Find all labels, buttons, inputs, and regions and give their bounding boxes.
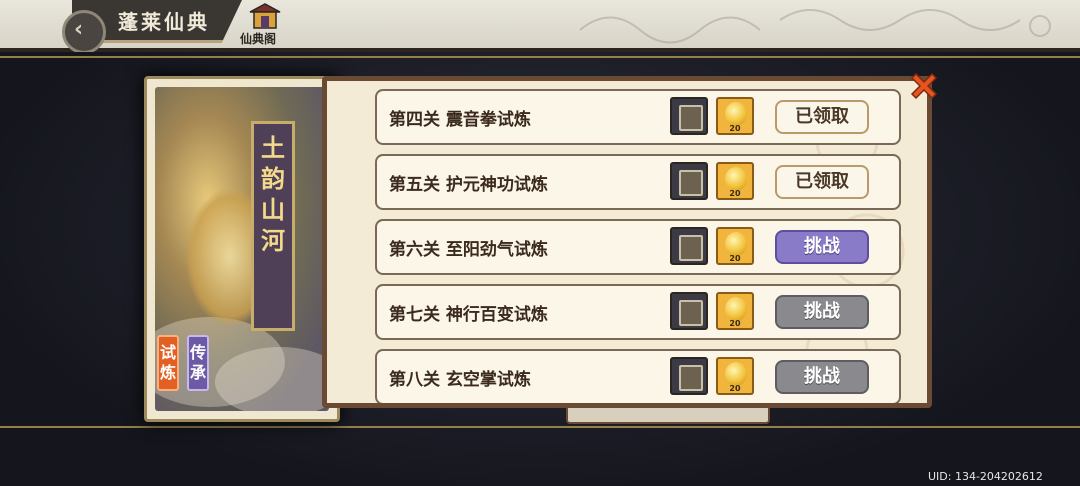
reward-quantity: 20 <box>729 189 741 198</box>
book-title-char: 韵 <box>261 164 285 193</box>
gold-coin-icon[interactable]: 20 <box>716 227 754 265</box>
reward-quantity: 20 <box>729 384 741 393</box>
cloud-pattern-icon <box>579 9 1051 44</box>
gold-coin-icon[interactable]: 20 <box>716 357 754 395</box>
divider <box>0 426 1080 428</box>
stage-row: 第四关 震音拳试炼 20 已领取 <box>375 89 901 145</box>
claimed-button[interactable]: 已领取 <box>775 165 869 199</box>
top-bar: 蓬莱仙典 ‹ 仙典阁 <box>0 0 1080 54</box>
panel-bottom-tab <box>566 408 770 424</box>
close-button[interactable] <box>906 68 942 104</box>
stage-name: 第六关 至阳劲气试炼 <box>389 240 548 260</box>
gold-coin-icon[interactable]: 20 <box>716 97 754 135</box>
stage-list[interactable]: 第四关 震音拳试炼 20 已领取 第五关 护元神功试炼 20 已领取 第六关 至… <box>375 89 901 403</box>
tab-trial-char: 炼 <box>159 363 176 382</box>
stage-row: 第六关 至阳劲气试炼 20 挑战 <box>375 219 901 275</box>
gold-coin-icon[interactable]: 20 <box>716 292 754 330</box>
stage-name: 第四关 震音拳试炼 <box>389 110 531 130</box>
reward-item-icon[interactable] <box>670 162 708 200</box>
claimed-button[interactable]: 已领取 <box>775 100 869 134</box>
gold-coin-icon[interactable]: 20 <box>716 162 754 200</box>
back-button[interactable]: ‹ <box>62 10 106 54</box>
stage-list-panel: 第四关 震音拳试炼 20 已领取 第五关 护元神功试炼 20 已领取 第六关 至… <box>322 76 932 408</box>
reward-quantity: 20 <box>729 319 741 328</box>
reward-item-icon[interactable] <box>670 357 708 395</box>
tab-trial[interactable]: 试 炼 <box>157 335 179 391</box>
book-title: 土 韵 山 河 <box>251 121 295 331</box>
tab-xiandian-ge[interactable]: 仙典阁 <box>238 2 294 48</box>
book-title-char: 土 <box>261 133 285 162</box>
chapter-book: 土 韵 山 河 试 炼 传 承 <box>144 76 340 422</box>
tab-trial-char: 试 <box>159 343 176 362</box>
close-icon <box>910 72 938 100</box>
reward-item-icon[interactable] <box>670 292 708 330</box>
book-title-char: 山 <box>261 195 285 224</box>
back-arrow-icon: ‹ <box>74 17 84 42</box>
stage-name: 第五关 护元神功试炼 <box>389 175 548 195</box>
tab-inheritance[interactable]: 传 承 <box>187 335 209 391</box>
book-title-char: 河 <box>261 226 285 255</box>
stage-name: 第八关 玄空掌试炼 <box>389 370 531 390</box>
stage-name: 第七关 神行百变试炼 <box>389 305 548 325</box>
challenge-button-locked[interactable]: 挑战 <box>775 360 869 394</box>
tab-xiandian-label: 仙典阁 <box>240 32 277 46</box>
reward-item-icon[interactable] <box>670 227 708 265</box>
book-illustration <box>155 87 329 411</box>
tab-inheritance-char: 承 <box>189 363 206 382</box>
stage-row: 第七关 神行百变试炼 20 挑战 <box>375 284 901 340</box>
tab-inheritance-char: 传 <box>189 343 206 362</box>
reward-quantity: 20 <box>729 124 741 133</box>
divider <box>0 56 1080 58</box>
page-title: 蓬莱仙典 <box>118 10 210 34</box>
challenge-button-locked[interactable]: 挑战 <box>775 295 869 329</box>
stage-row: 第八关 玄空掌试炼 20 挑战 <box>375 349 901 403</box>
pavilion-icon <box>249 3 281 29</box>
stage-row: 第五关 护元神功试炼 20 已领取 <box>375 154 901 210</box>
reward-item-icon[interactable] <box>670 97 708 135</box>
uid-label: UID: 134-204202612 <box>928 470 1043 483</box>
reward-quantity: 20 <box>729 254 741 263</box>
challenge-button[interactable]: 挑战 <box>775 230 869 264</box>
